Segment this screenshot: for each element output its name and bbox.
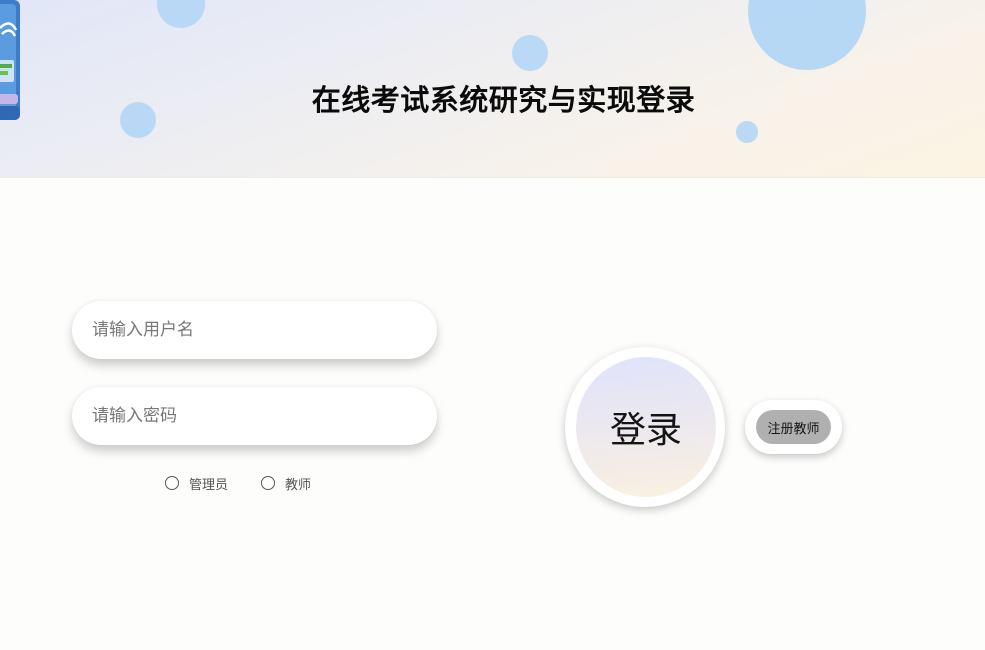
decorative-bubble <box>157 0 205 28</box>
username-input[interactable] <box>72 301 437 359</box>
password-input[interactable] <box>72 387 437 445</box>
username-field-wrapper <box>72 301 437 359</box>
decorative-bubble <box>512 35 548 71</box>
decorative-bubble <box>736 121 758 143</box>
header-banner: 在线考试系统研究与实现登录 <box>0 0 985 178</box>
login-page: 在线考试系统研究与实现登录 管理员 教师 登录 注册教师 <box>0 0 985 650</box>
register-button-ring[interactable]: 注册教师 <box>745 400 842 454</box>
page-title: 在线考试系统研究与实现登录 <box>311 83 696 117</box>
role-label-teacher: 教师 <box>285 477 312 493</box>
role-option-admin[interactable]: 管理员 <box>165 474 229 493</box>
role-option-teacher[interactable]: 教师 <box>261 474 312 493</box>
radio-button-teacher[interactable] <box>261 476 275 490</box>
register-teacher-button[interactable]: 注册教师 <box>756 410 831 444</box>
login-button-ring[interactable]: 登录 <box>565 347 725 507</box>
role-label-admin: 管理员 <box>189 477 229 493</box>
decorative-bubble <box>748 0 866 70</box>
radio-button-admin[interactable] <box>165 476 179 490</box>
password-field-wrapper <box>72 387 437 445</box>
login-button[interactable]: 登录 <box>576 357 716 497</box>
